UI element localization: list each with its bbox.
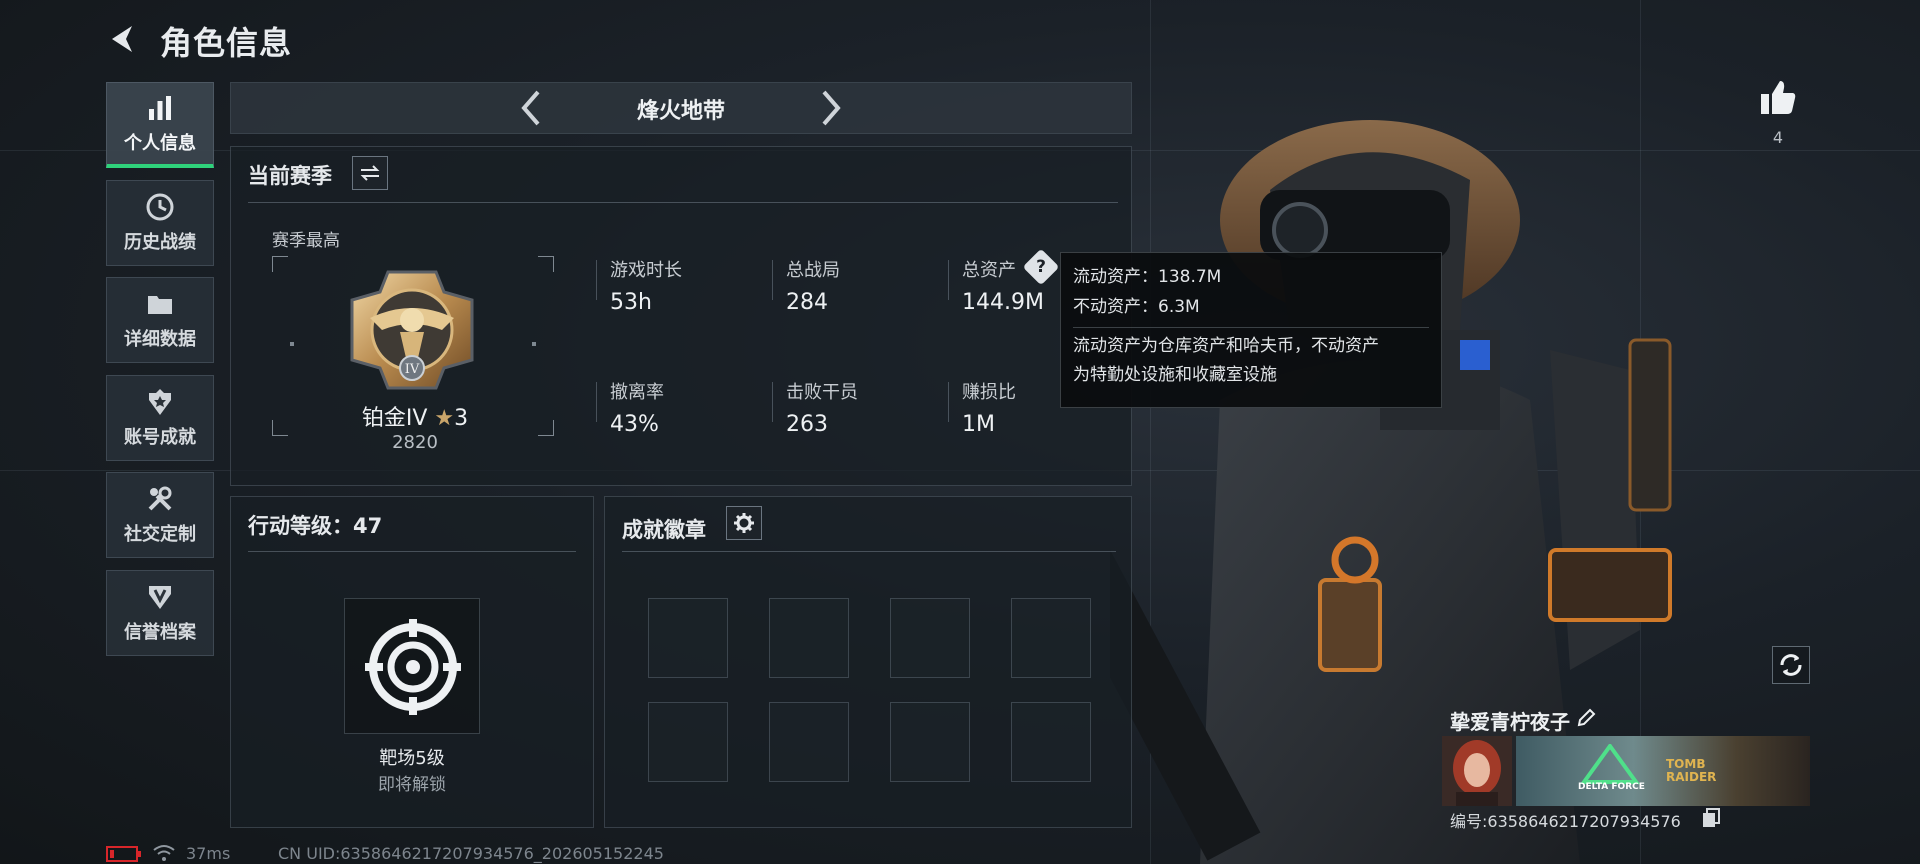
- nav-item-credit-record[interactable]: 信誉档案: [106, 570, 214, 656]
- page-title: 角色信息: [160, 24, 293, 62]
- stat-value: 284: [786, 290, 828, 315]
- stat-label: 击败干员: [786, 382, 858, 403]
- stat-value: 1M: [962, 412, 995, 437]
- asset-tooltip: 流动资产：138.7M 不动资产：6.3M 流动资产为仓库资产和哈夫币，不动资产…: [1060, 252, 1442, 408]
- stat-label: 总资产: [962, 260, 1016, 281]
- switch-season-button[interactable]: [352, 156, 388, 190]
- medal-icon: [149, 389, 171, 415]
- banner-text-tomb: TOMB RAIDER: [1666, 757, 1717, 784]
- rank-numeral: IV: [405, 362, 420, 377]
- nav-label: 个人信息: [124, 132, 196, 154]
- nav-label: 社交定制: [124, 524, 196, 545]
- nav-label: 账号成就: [124, 427, 196, 448]
- stat-value: 144.9M: [962, 290, 1044, 315]
- star-icon: ★: [434, 406, 455, 431]
- badge-slot[interactable]: [1011, 598, 1091, 678]
- badge-slot[interactable]: [890, 702, 970, 782]
- badge-slot[interactable]: [648, 702, 728, 782]
- banner-text-delta: DELTA FORCE: [1578, 782, 1645, 792]
- uid-text: CN UID:6358646217207934576_202605152245: [278, 844, 664, 863]
- bar-chart-icon: [149, 95, 171, 120]
- like-count: 4: [1772, 128, 1784, 147]
- profile-banner: DELTA FORCE TOMB RAIDER: [1516, 736, 1810, 806]
- chevron-right-icon[interactable]: [812, 88, 848, 128]
- badge-slot[interactable]: [890, 598, 970, 678]
- badge-slot[interactable]: [1011, 702, 1091, 782]
- thumbs-up-icon[interactable]: [1758, 78, 1798, 118]
- unlock-card[interactable]: [344, 598, 480, 734]
- season-title: 当前赛季: [248, 164, 332, 188]
- clock-icon: [146, 193, 174, 221]
- stat-value: 43%: [610, 412, 659, 437]
- action-level-title: 行动等级：47: [248, 514, 383, 538]
- stat-label: 游戏时长: [610, 260, 682, 281]
- nav-item-achievements[interactable]: 账号成就: [106, 375, 214, 461]
- profile-card[interactable]: DELTA FORCE TOMB RAIDER: [1442, 736, 1810, 806]
- badge-slot[interactable]: [648, 598, 728, 678]
- nav-label: 历史战绩: [124, 232, 196, 253]
- tooltip-divider: [1073, 326, 1429, 328]
- rank-stars: 3: [454, 406, 469, 431]
- nav-item-detailed-data[interactable]: 详细数据: [106, 277, 214, 363]
- battery-icon: [106, 846, 141, 862]
- folder-icon: [148, 296, 172, 314]
- unlock-name: 靶场5级: [379, 748, 445, 769]
- wrench-icon: [148, 486, 172, 511]
- mode-title: 烽火地带: [636, 99, 725, 124]
- back-arrow-icon[interactable]: [106, 22, 140, 56]
- gear-icon: [734, 513, 754, 533]
- stat-label: 赚损比: [962, 382, 1016, 403]
- nav-label: 信誉档案: [124, 622, 196, 643]
- nav-item-social-custom[interactable]: 社交定制: [106, 472, 214, 558]
- rank-score: 2820: [392, 432, 438, 453]
- rank-display: 铂金IV ★3: [352, 400, 478, 432]
- swap-arrows-icon: [360, 165, 380, 181]
- copy-icon[interactable]: [1702, 808, 1720, 828]
- edit-pencil-icon[interactable]: [1576, 708, 1596, 728]
- tooltip-fixed-assets: 不动资产：6.3M: [1073, 296, 1200, 317]
- rotate-view-button[interactable]: [1772, 646, 1810, 684]
- shield-icon: [149, 586, 171, 609]
- stat-value: 263: [786, 412, 828, 437]
- tooltip-description-line1: 流动资产为仓库资产和哈夫币，不动资产: [1073, 335, 1379, 356]
- season-best-label: 赛季最高: [272, 231, 340, 251]
- divider: [622, 551, 1116, 552]
- nav-item-history[interactable]: 历史战绩: [106, 180, 214, 266]
- refresh-icon: [1780, 654, 1802, 676]
- delta-force-logo: [1580, 744, 1640, 784]
- avatar: [1442, 736, 1512, 806]
- ping-value: 37ms: [186, 844, 231, 863]
- tooltip-liquid-assets: 流动资产：138.7M: [1073, 267, 1222, 287]
- tooltip-description-line2: 为特勤处设施和收藏室设施: [1073, 365, 1277, 386]
- divider: [248, 551, 576, 552]
- rank-name: 铂金IV: [361, 406, 428, 431]
- divider: [248, 202, 1118, 203]
- player-id: 编号:6358646217207934576: [1450, 812, 1681, 831]
- nav-label: 详细数据: [124, 329, 196, 350]
- stat-label: 撤离率: [610, 382, 664, 403]
- badge-settings-button[interactable]: [726, 506, 762, 540]
- chevron-left-icon[interactable]: [514, 88, 550, 128]
- stat-value: 53h: [610, 290, 652, 315]
- help-icon-glyph: ?: [1036, 257, 1046, 277]
- unlock-status: 即将解锁: [378, 775, 446, 795]
- wifi-icon: [153, 845, 175, 861]
- stat-label: 总战局: [786, 260, 840, 281]
- rank-emblem: IV: [350, 270, 474, 390]
- nav-item-personal-info[interactable]: 个人信息: [106, 82, 214, 168]
- player-name: 挚爱青柠夜子: [1450, 710, 1570, 734]
- target-icon: [365, 619, 461, 715]
- badge-slot[interactable]: [769, 702, 849, 782]
- badge-slot[interactable]: [769, 598, 849, 678]
- achievements-title: 成就徽章: [622, 518, 706, 542]
